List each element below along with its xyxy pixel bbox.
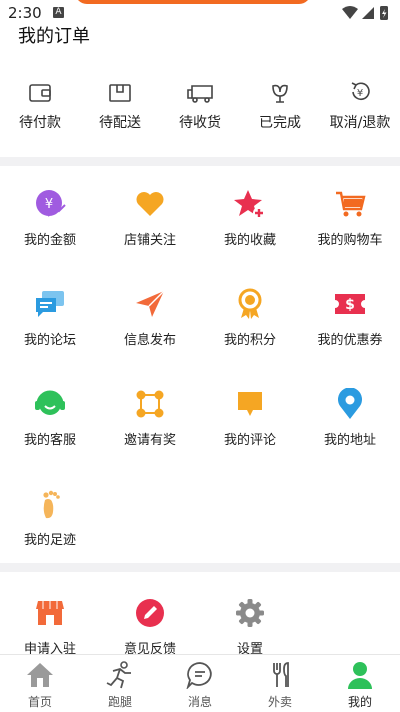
grid-item-label: 我的优惠券 [317, 333, 383, 348]
my-balance-button[interactable]: ¥ 我的金额 [0, 186, 100, 248]
my-forum-button[interactable]: 我的论坛 [0, 286, 100, 348]
truck-icon [160, 72, 240, 104]
tab-label: 首页 [27, 695, 52, 709]
medal-icon [200, 286, 300, 322]
my-comments-button[interactable]: 我的评论 [200, 386, 300, 448]
tab-takeout[interactable]: 外卖 [240, 659, 320, 710]
tab-label: 我的 [347, 695, 372, 709]
grid-item-label: 我的收藏 [223, 233, 276, 248]
user-icon [320, 659, 400, 691]
my-footprints-button[interactable]: 我的足迹 [0, 486, 100, 548]
order-item-label: 待配送 [99, 115, 141, 131]
order-pending-payment[interactable]: 待付款 [0, 72, 80, 132]
my-coupons-button[interactable]: $ 我的优惠券 [300, 286, 400, 348]
package-icon [80, 72, 160, 104]
wallet-icon [0, 72, 80, 104]
shop-icon [0, 595, 100, 631]
grid-item-label: 我的地址 [323, 433, 376, 448]
tab-label: 外卖 [267, 695, 292, 709]
grid-item-label: 店铺关注 [123, 233, 176, 248]
post-info-button[interactable]: 信息发布 [100, 286, 200, 348]
my-service-button[interactable]: 我的客服 [0, 386, 100, 448]
coupon-icon: $ [300, 286, 400, 322]
grid-item-label: 我的评论 [223, 433, 276, 448]
grid-item-label: 我的金额 [23, 233, 76, 248]
section-divider [0, 563, 400, 572]
order-item-label: 待收货 [179, 115, 221, 131]
svg-text:¥: ¥ [357, 88, 363, 99]
settings-button[interactable]: 设置 [200, 595, 300, 657]
order-item-label: 已完成 [259, 115, 301, 131]
my-cart-button[interactable]: 我的购物车 [300, 186, 400, 248]
runner-icon [80, 659, 160, 691]
order-pending-receipt[interactable]: 待收货 [160, 72, 240, 132]
location-icon [300, 386, 400, 422]
apply-merchant-button[interactable]: 申请入驻 [0, 595, 100, 657]
headset-icon [0, 386, 100, 422]
home-icon [0, 659, 80, 691]
tab-errand[interactable]: 跑腿 [80, 659, 160, 710]
invite-reward-button[interactable]: 邀请有奖 [100, 386, 200, 448]
footprint-icon [0, 486, 100, 522]
order-item-label: 待付款 [19, 115, 61, 131]
star-plus-icon [200, 186, 300, 222]
feedback-button[interactable]: 意见反馈 [100, 595, 200, 657]
grid-item-label: 我的购物车 [317, 233, 383, 248]
invite-icon [100, 386, 200, 422]
tab-messages[interactable]: 消息 [160, 659, 240, 710]
my-points-button[interactable]: 我的积分 [200, 286, 300, 348]
money-icon: ¥ [0, 186, 100, 222]
comment-icon [200, 386, 300, 422]
heart-icon [100, 186, 200, 222]
grid-item-label: 信息发布 [123, 333, 176, 348]
tab-mine[interactable]: 我的 [320, 659, 400, 710]
my-address-button[interactable]: 我的地址 [300, 386, 400, 448]
message-icon [160, 659, 240, 691]
feedback-icon [100, 595, 200, 631]
order-pending-delivery[interactable]: 待配送 [80, 72, 160, 132]
refund-icon: ¥ [320, 72, 400, 104]
grid-item-label: 我的积分 [223, 333, 276, 348]
tab-home[interactable]: 首页 [0, 659, 80, 710]
settings-icon [200, 595, 300, 631]
tab-label: 跑腿 [107, 695, 132, 709]
status-time: 2:30 [8, 4, 42, 22]
svg-text:$: $ [345, 297, 355, 313]
section-divider [0, 157, 400, 166]
grid-item-label: 邀请有奖 [123, 433, 176, 448]
order-status-row: 待付款 待配送 待收货 已完成 ¥ 取消/退款 [0, 72, 400, 142]
status-icons [342, 5, 392, 25]
orders-title: 我的订单 [18, 26, 90, 47]
signal-battery-icon [342, 6, 388, 20]
sim-indicator-icon: A [53, 7, 64, 18]
forum-icon [0, 286, 100, 322]
my-favorites-button[interactable]: 我的收藏 [200, 186, 300, 248]
flower-icon [240, 72, 320, 104]
order-completed[interactable]: 已完成 [240, 72, 320, 132]
store-follow-button[interactable]: 店铺关注 [100, 186, 200, 248]
paper-plane-icon [100, 286, 200, 322]
grid-item-label: 我的论坛 [23, 333, 76, 348]
header-accent-arc [75, 0, 311, 4]
order-cancel-refund[interactable]: ¥ 取消/退款 [320, 72, 400, 132]
svg-text:¥: ¥ [45, 197, 53, 212]
grid-item-label: 我的足迹 [23, 533, 76, 548]
cart-icon [300, 186, 400, 222]
bottom-tab-bar: 首页 跑腿 消息 外卖 我的 [0, 654, 400, 712]
tab-label: 消息 [187, 695, 212, 709]
order-item-label: 取消/退款 [329, 115, 391, 131]
utensils-icon [240, 659, 320, 691]
grid-item-label: 我的客服 [23, 433, 76, 448]
